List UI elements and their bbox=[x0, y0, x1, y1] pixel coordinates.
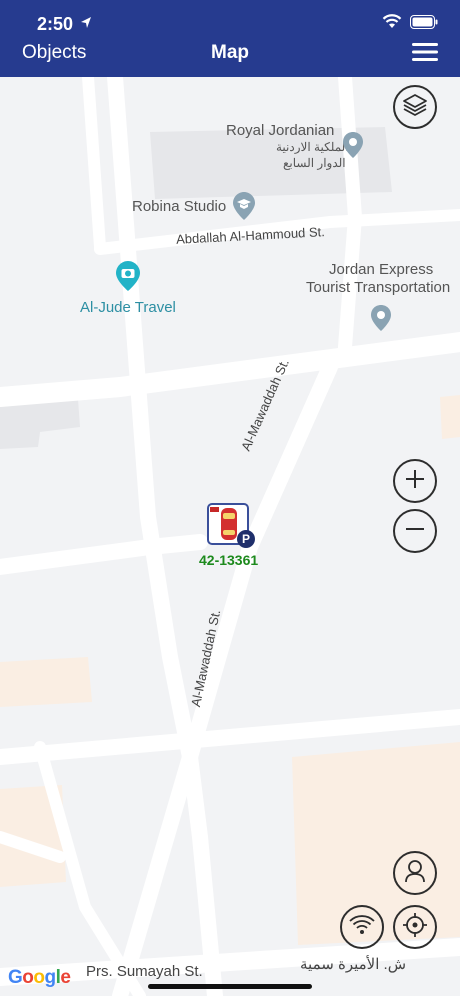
person-icon bbox=[403, 858, 427, 889]
layers-button[interactable] bbox=[393, 85, 437, 129]
poi-royal-jordanian-ar-line1: الملكية الاردنية bbox=[276, 140, 349, 154]
google-attribution-logo: Google bbox=[8, 967, 71, 988]
poi-royal-jordanian[interactable]: Royal Jordanian bbox=[226, 122, 334, 139]
wifi-icon bbox=[349, 914, 375, 941]
plus-icon bbox=[403, 467, 427, 496]
status-time: 2:50 bbox=[37, 14, 74, 34]
map-view[interactable]: Royal Jordanian الملكية الاردنية الدوار … bbox=[0, 77, 460, 996]
hamburger-menu-icon[interactable] bbox=[412, 42, 438, 62]
poi-robina-studio[interactable]: Robina Studio bbox=[132, 198, 226, 215]
app-header: 2:50 Objects Map bbox=[0, 0, 460, 77]
location-arrow-icon bbox=[80, 16, 92, 35]
map-pin-icon[interactable] bbox=[342, 131, 364, 164]
crosshair-icon bbox=[402, 912, 428, 943]
poi-royal-jordanian-ar-line2: الدوار السابع bbox=[283, 156, 346, 170]
status-icons bbox=[382, 14, 438, 34]
layers-icon bbox=[402, 93, 428, 122]
home-indicator bbox=[148, 984, 312, 989]
signal-button[interactable] bbox=[340, 905, 384, 949]
zoom-in-button[interactable] bbox=[393, 459, 437, 503]
profile-button[interactable] bbox=[393, 851, 437, 895]
vehicle-plate-label[interactable]: 42-13361 bbox=[199, 552, 258, 568]
locate-button[interactable] bbox=[393, 905, 437, 949]
school-pin-icon[interactable] bbox=[232, 191, 256, 226]
camera-pin-icon[interactable] bbox=[115, 260, 141, 297]
objects-button[interactable]: Objects bbox=[22, 42, 86, 64]
parking-status-badge: P bbox=[237, 530, 255, 548]
zoom-out-button[interactable] bbox=[393, 509, 437, 553]
poi-al-jude-travel[interactable]: Al-Jude Travel bbox=[80, 299, 176, 316]
map-pin-icon[interactable] bbox=[370, 304, 392, 337]
road-label-sumayah-ar: ش. الأميرة سمية bbox=[300, 956, 407, 973]
vehicle-marker[interactable]: P bbox=[207, 503, 255, 549]
road-label-sumayah: Prs. Sumayah St. bbox=[86, 963, 203, 980]
wifi-status-icon bbox=[382, 14, 402, 34]
minus-icon bbox=[403, 517, 427, 546]
poi-jordan-express-line2: Tourist Transportation bbox=[306, 279, 451, 296]
poi-jordan-express-line1[interactable]: Jordan Express bbox=[329, 261, 433, 278]
battery-icon bbox=[410, 14, 438, 34]
